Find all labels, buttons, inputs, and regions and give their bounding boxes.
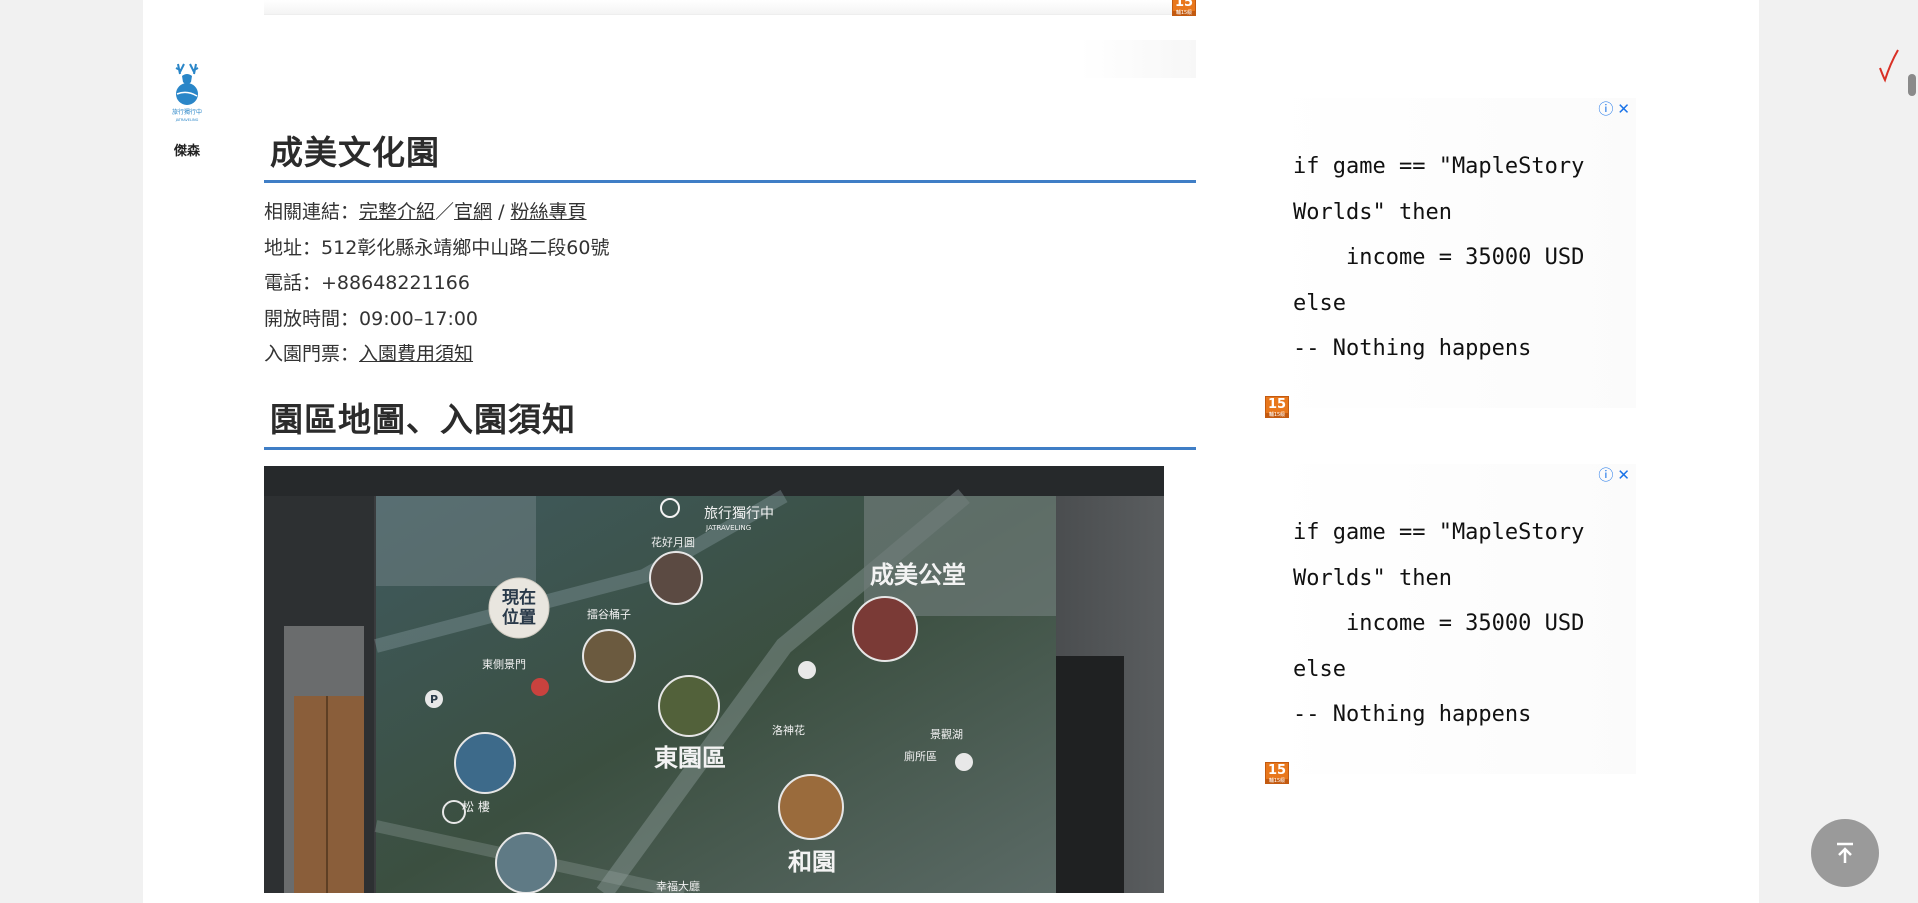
hours-row: 開放時間：09:00–17:00: [264, 302, 1196, 338]
separator: /: [492, 201, 511, 223]
map-label: 花好月圓: [651, 535, 695, 549]
author-widget[interactable]: 旅行獨行中 JATRAVELING 傑森: [164, 60, 210, 159]
ticket-info-link[interactable]: 入園費用須知: [359, 343, 473, 365]
logo-subtext: JATRAVELING: [175, 118, 199, 122]
deer-logo-icon: 旅行獨行中 JATRAVELING: [172, 63, 202, 122]
ad-controls: ⓘ ✕: [1594, 98, 1630, 119]
map-label: 幸福大廳: [656, 879, 700, 893]
address-row: 地址：512彰化縣永靖鄉中山路二段60號: [264, 231, 1196, 267]
ticket-row: 入園門票：入園費用須知: [264, 337, 1196, 373]
hours-value: 09:00–17:00: [359, 307, 479, 330]
ad-close-icon[interactable]: ✕: [1617, 466, 1630, 484]
official-site-link[interactable]: 官網: [454, 201, 492, 223]
rating-number: 15: [1267, 763, 1287, 778]
map-label: 松 樓: [462, 799, 490, 814]
ad-controls: ⓘ ✕: [1594, 464, 1630, 485]
map-label: 成美公堂: [870, 560, 966, 589]
map-label: 位置: [502, 607, 536, 628]
map-label: 東園區: [654, 743, 726, 772]
map-label: 洛神花: [772, 723, 805, 737]
back-to-top-button[interactable]: [1811, 819, 1879, 887]
arrow-up-to-top-icon: [1837, 842, 1853, 863]
sidebar-ad[interactable]: ⓘ ✕ if game == "MapleStory Worlds" then i…: [1265, 98, 1636, 418]
ad-code-text[interactable]: if game == "MapleStory Worlds" then inco…: [1293, 510, 1584, 738]
rating-15-icon: 15 輔15級: [1265, 762, 1289, 784]
address-label: 地址：: [264, 236, 322, 259]
map-label: 廁所區: [904, 749, 937, 763]
ad-info-icon[interactable]: ⓘ: [1598, 100, 1613, 118]
ad-remnant: [1080, 40, 1196, 78]
hours-label: 開放時間：: [264, 307, 360, 330]
map-label: 和園: [788, 847, 836, 876]
rating-sub: 輔15級: [1266, 779, 1288, 784]
phone-label: 電話：: [264, 272, 322, 294]
address-value: 512彰化縣永靖鄉中山路二段60號: [321, 236, 610, 259]
scrollbar-thumb[interactable]: [1908, 74, 1916, 96]
article-content: 成美文化園 相關連結：完整介紹／官網 / 粉絲專頁 地址：512彰化縣永靖鄉中山…: [264, 120, 1196, 893]
ad-info-icon[interactable]: ⓘ: [1598, 466, 1613, 484]
author-name[interactable]: 傑森: [164, 140, 210, 159]
divider: [264, 14, 1196, 15]
separator: ／: [435, 201, 455, 223]
section-heading: 成美文化園: [264, 120, 1196, 183]
ad-close-icon[interactable]: ✕: [1617, 100, 1630, 118]
links-label: 相關連結：: [264, 201, 360, 223]
map-label: 景觀湖: [930, 728, 963, 741]
sidebar-ad[interactable]: ⓘ ✕ if game == "MapleStory Worlds" then i…: [1265, 464, 1636, 784]
scrollbar[interactable]: [1904, 0, 1918, 903]
map-label: 現在: [502, 587, 536, 608]
rating-number: 15: [1267, 397, 1287, 412]
svg-text:P: P: [430, 693, 438, 706]
map-brand-subtext: JATRAVELING: [705, 524, 751, 532]
map-label: 東側景門: [482, 658, 526, 671]
rating-15-icon: 15 輔15級: [1172, 0, 1196, 16]
park-map-photo[interactable]: 現在 位置 成美公堂 東園區 和園 花好月圓 擂谷桶子 東側景門 洛神花 松 樓…: [264, 465, 1164, 893]
rating-sub: 輔15級: [1173, 11, 1195, 16]
full-intro-link[interactable]: 完整介紹: [359, 201, 435, 223]
phone-value: +88648221166: [321, 272, 470, 294]
section-heading: 園區地圖、入園須知: [264, 387, 1196, 450]
checkmark-icon: [1879, 49, 1899, 83]
ticket-label: 入園門票：: [264, 343, 360, 365]
rating-number: 15: [1174, 0, 1194, 10]
ad-code-text[interactable]: if game == "MapleStory Worlds" then inco…: [1293, 144, 1584, 372]
rating-sub: 輔15級: [1266, 413, 1288, 418]
map-brand-text: 旅行獨行中: [704, 506, 774, 522]
map-label: 擂谷桶子: [587, 607, 631, 621]
logo-text: 旅行獨行中: [172, 108, 202, 116]
top-ad-strip: [264, 0, 1196, 14]
info-block: 相關連結：完整介紹／官網 / 粉絲專頁 地址：512彰化縣永靖鄉中山路二段60號…: [264, 195, 1196, 373]
fan-page-link[interactable]: 粉絲專頁: [511, 201, 587, 223]
rating-15-icon: 15 輔15級: [1265, 396, 1289, 418]
related-links-row: 相關連結：完整介紹／官網 / 粉絲專頁: [264, 195, 1196, 231]
phone-row: 電話：+88648221166: [264, 266, 1196, 302]
park-map-image: 現在 位置 成美公堂 東園區 和園 花好月圓 擂谷桶子 東側景門 洛神花 松 樓…: [264, 465, 1164, 893]
